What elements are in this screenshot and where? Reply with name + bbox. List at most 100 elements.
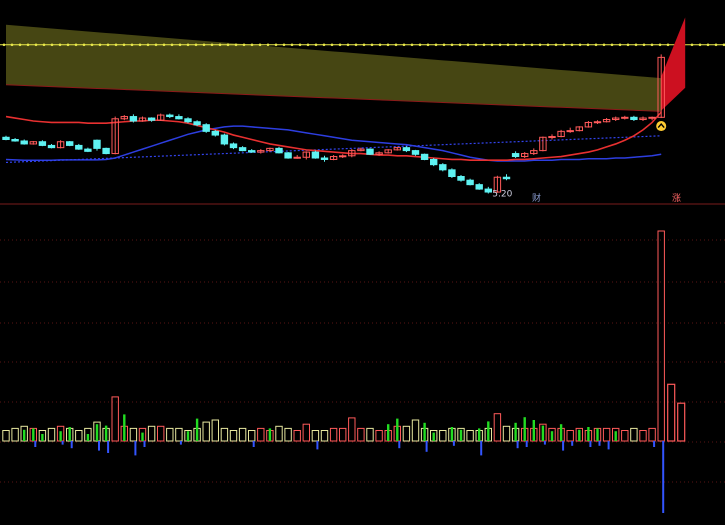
- resistance-dot: [322, 43, 326, 47]
- annotations: 5.20 财 涨: [492, 190, 681, 204]
- candle-body: [129, 116, 138, 122]
- volume-bar: [284, 427, 292, 442]
- momentum-bar-green: [123, 414, 126, 441]
- momentum-bar-blue: [252, 441, 255, 447]
- resistance-dot: [498, 43, 502, 47]
- volume-bar: [166, 427, 174, 442]
- resistance-dot: [450, 43, 454, 47]
- momentum-bar-blue: [562, 441, 565, 451]
- momentum-bar-blue: [34, 441, 37, 447]
- buy-signal-icon: [656, 121, 667, 132]
- resistance-dot: [106, 43, 110, 47]
- resistance-dot: [586, 43, 590, 47]
- resistance-dot: [642, 43, 646, 47]
- volume-bar: [175, 427, 183, 442]
- resistance-dot: [218, 43, 222, 47]
- momentum-bar-green: [614, 431, 617, 441]
- volume-bar: [602, 427, 611, 442]
- volume-bar: [357, 427, 365, 442]
- volume-panel: [2, 230, 686, 513]
- resistance-dot: [170, 43, 174, 47]
- candle-body: [475, 184, 483, 190]
- resistance-dot: [546, 43, 550, 47]
- volume-bar: [220, 427, 229, 442]
- price-band: [0, 17, 725, 112]
- resistance-dot: [506, 43, 510, 47]
- candle-body: [648, 116, 656, 119]
- resistance-dot: [90, 43, 94, 47]
- candle-body: [339, 155, 347, 158]
- resistance-dot: [530, 43, 534, 47]
- resistance-dot: [258, 43, 262, 47]
- low-price-label: 5.20: [492, 190, 512, 200]
- candle-body: [248, 150, 256, 153]
- resistance-dot: [482, 43, 486, 47]
- resistance-dot: [522, 43, 526, 47]
- candle-body: [320, 157, 329, 160]
- resistance-dot: [618, 43, 622, 47]
- candle-body: [566, 130, 574, 133]
- candle-body: [202, 124, 210, 132]
- resistance-dot: [466, 43, 470, 47]
- volume-bar: [129, 427, 138, 442]
- resistance-dot: [122, 43, 126, 47]
- momentum-bar-green: [95, 424, 99, 441]
- resistance-dot: [114, 43, 118, 47]
- candle-body: [293, 156, 301, 159]
- volume-bar: [211, 419, 220, 442]
- resistance-dot: [610, 43, 614, 47]
- volume-bar: [229, 430, 238, 442]
- rise-marker[interactable]: 涨: [672, 193, 681, 204]
- momentum-bar-blue: [516, 441, 519, 449]
- resistance-dot: [202, 43, 206, 47]
- momentum-bar-green: [23, 429, 26, 441]
- candle-body: [175, 116, 183, 120]
- resistance-dot: [538, 43, 542, 47]
- resistance-dot: [634, 43, 638, 47]
- volume-bar: [493, 413, 502, 442]
- momentum-bar-blue: [70, 441, 73, 449]
- momentum-bar-blue: [543, 441, 546, 445]
- momentum-bar-blue: [598, 441, 601, 446]
- resistance-dot: [690, 43, 694, 47]
- volume-bar: [639, 430, 647, 442]
- resistance-dot: [210, 43, 214, 47]
- momentum-bar-green: [596, 428, 599, 441]
- candle-body: [311, 151, 320, 159]
- candle-body: [229, 143, 238, 149]
- candle-body: [430, 158, 438, 166]
- resistance-dot: [226, 43, 230, 47]
- resistance-dot: [442, 43, 446, 47]
- resistance-dot: [418, 43, 422, 47]
- candle-body: [284, 152, 292, 159]
- resistance-dot: [394, 43, 398, 47]
- stock-chart: 5.20 财 涨: [0, 0, 725, 521]
- candle-body: [466, 179, 474, 186]
- resistance-dot: [314, 43, 318, 47]
- volume-bar: [248, 430, 256, 442]
- volume-bar: [339, 427, 347, 442]
- candle-body: [457, 176, 465, 181]
- volume-bar: [439, 430, 447, 442]
- resistance-dot: [298, 43, 302, 47]
- candle-body: [439, 164, 447, 171]
- resistance-dot: [706, 43, 710, 47]
- volume-bar: [157, 425, 165, 442]
- candle-body: [147, 117, 156, 121]
- candle-body: [2, 136, 10, 140]
- finance-marker[interactable]: 财: [532, 192, 541, 204]
- momentum-bar-green: [559, 424, 563, 441]
- candle-body: [548, 136, 556, 139]
- volume-bar: [238, 427, 247, 442]
- momentum-bar-green: [523, 417, 526, 441]
- momentum-bar-green: [104, 425, 108, 441]
- volume-bar-extra: [677, 402, 686, 442]
- resistance-dot: [402, 43, 406, 47]
- resistance-dot: [426, 43, 430, 47]
- resistance-dot: [186, 43, 190, 47]
- volume-bar: [648, 427, 656, 442]
- resistance-dot: [138, 43, 142, 47]
- momentum-bar-blue: [316, 441, 319, 450]
- resistance-dot: [58, 43, 62, 47]
- momentum-bar-green: [450, 427, 454, 441]
